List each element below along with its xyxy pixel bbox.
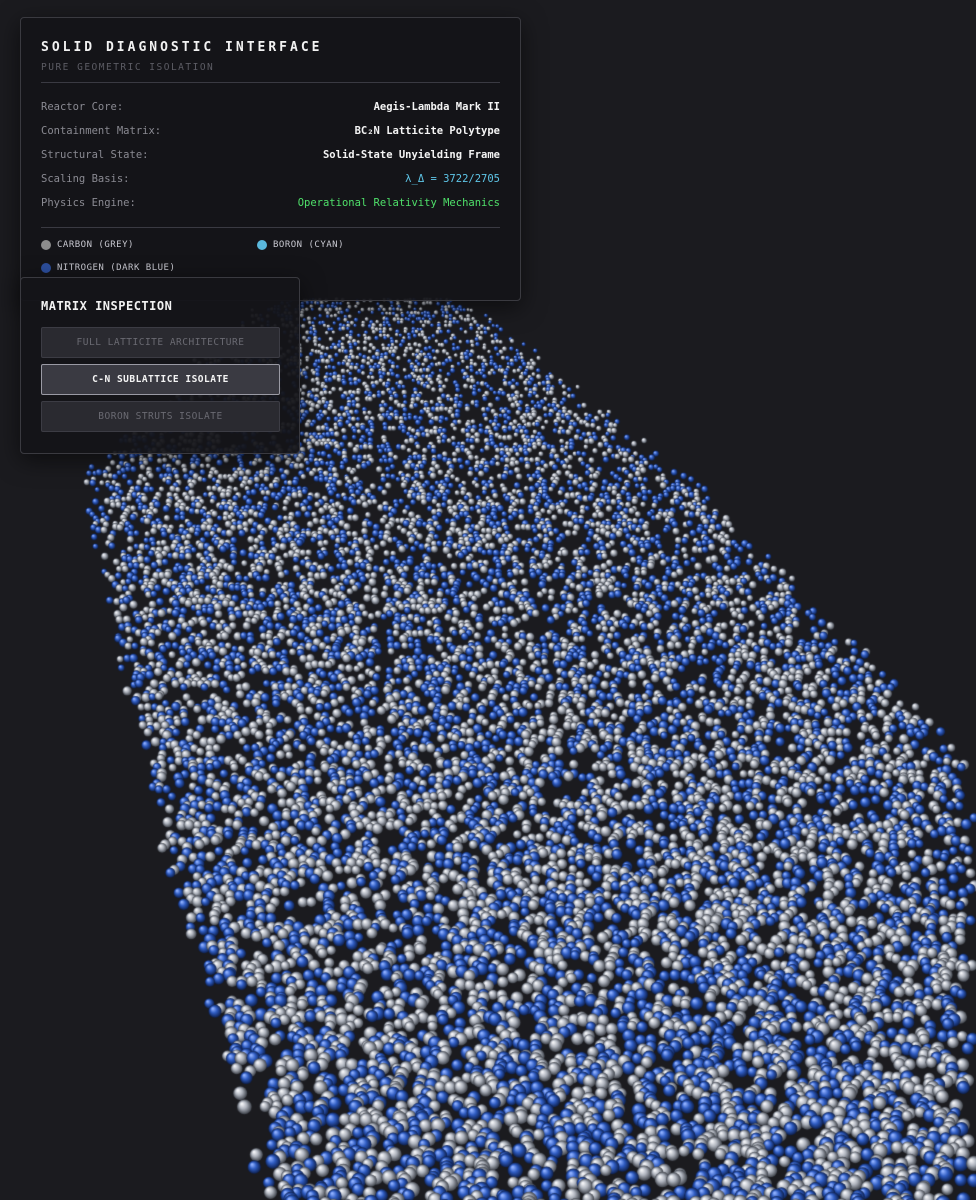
stat-value: Operational Relativity Mechanics — [297, 197, 500, 209]
legend-label: BORON (CYAN) — [273, 240, 345, 250]
stat-value: λ_Δ = 3722/2705 — [405, 173, 500, 185]
stat-value: Solid-State Unyielding Frame — [322, 149, 500, 161]
panel-title: SOLID DIAGNOSTIC INTERFACE — [41, 40, 323, 55]
stat-label: Physics Engine: — [41, 197, 136, 209]
cn-sublattice-isolate-button[interactable]: C-N SUBLATTICE ISOLATE — [41, 364, 280, 395]
stat-value: BC₂N Latticite Polytype — [354, 125, 500, 137]
legend-label: NITROGEN (DARK BLUE) — [57, 263, 176, 273]
boron-struts-isolate-button[interactable]: BORON STRUTS ISOLATE — [41, 401, 280, 432]
mode-button-group: FULL LATTICITE ARCHITECTURE C-N SUBLATTI… — [41, 327, 280, 432]
legend-item-boron: BORON (CYAN) — [257, 237, 473, 253]
stat-row-physics-engine: Physics Engine: Operational Relativity M… — [41, 191, 500, 215]
stat-label: Containment Matrix: — [41, 125, 162, 137]
stat-row-containment-matrix: Containment Matrix: BC₂N Latticite Polyt… — [41, 119, 500, 143]
carbon-dot-icon — [41, 240, 51, 250]
matrix-inspection-panel: MATRIX INSPECTION FULL LATTICITE ARCHITE… — [20, 277, 300, 454]
stat-value: Aegis-Lambda Mark II — [373, 101, 500, 113]
stat-label: Scaling Basis: — [41, 173, 130, 185]
stats-list: Reactor Core: Aegis-Lambda Mark II Conta… — [41, 95, 500, 215]
stat-row-reactor-core: Reactor Core: Aegis-Lambda Mark II — [41, 95, 500, 119]
element-legend: CARBON (GREY) BORON (CYAN) NITROGEN (DAR… — [41, 237, 500, 276]
stat-label: Structural State: — [41, 149, 149, 161]
stat-label: Reactor Core: — [41, 101, 124, 113]
boron-dot-icon — [257, 240, 267, 250]
legend-item-carbon: CARBON (GREY) — [41, 237, 257, 253]
panel-subtitle: PURE GEOMETRIC ISOLATION — [41, 62, 215, 73]
legend-item-nitrogen: NITROGEN (DARK BLUE) — [41, 260, 257, 276]
diagnostic-panel: SOLID DIAGNOSTIC INTERFACE PURE GEOMETRI… — [20, 17, 521, 301]
matrix-panel-title: MATRIX INSPECTION — [41, 299, 173, 313]
divider — [41, 227, 500, 228]
full-latticite-architecture-button[interactable]: FULL LATTICITE ARCHITECTURE — [41, 327, 280, 358]
legend-label: CARBON (GREY) — [57, 240, 134, 250]
divider — [41, 82, 500, 83]
stat-row-structural-state: Structural State: Solid-State Unyielding… — [41, 143, 500, 167]
nitrogen-dot-icon — [41, 263, 51, 273]
stat-row-scaling-basis: Scaling Basis: λ_Δ = 3722/2705 — [41, 167, 500, 191]
